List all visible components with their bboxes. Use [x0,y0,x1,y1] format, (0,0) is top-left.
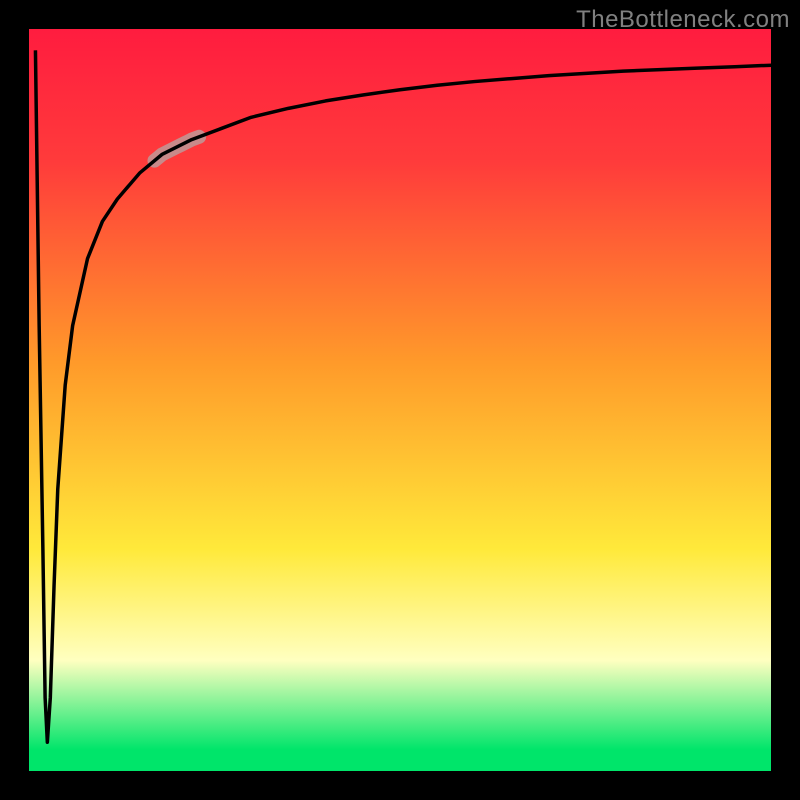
chart-svg [0,0,800,800]
plot-background-gradient [28,28,772,772]
attribution-text: TheBottleneck.com [576,6,790,34]
chart-container: TheBottleneck.com [0,0,800,800]
